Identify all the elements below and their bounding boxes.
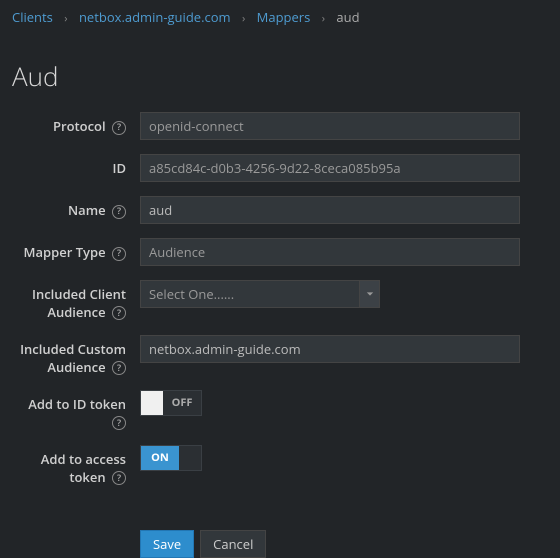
toggle-on-label: ON (141, 446, 179, 470)
breadcrumb-link-clients[interactable]: Clients (12, 8, 53, 26)
label-protocol: Protocol ? (12, 112, 140, 136)
included-client-audience-select[interactable]: Select One...... (140, 280, 380, 308)
chevron-right-icon: › (242, 11, 245, 26)
page-title: Aud (0, 34, 560, 112)
caret-down-icon[interactable] (360, 280, 380, 308)
help-icon[interactable]: ? (112, 471, 126, 485)
breadcrumb-current: aud (336, 8, 359, 26)
add-to-access-token-toggle[interactable]: ON (140, 445, 202, 471)
label-id: ID (12, 154, 140, 178)
select-display: Select One...... (140, 280, 360, 308)
cancel-button[interactable]: Cancel (200, 530, 266, 558)
toggle-off-label: OFF (163, 391, 201, 415)
breadcrumb-link-mappers[interactable]: Mappers (257, 8, 311, 26)
help-icon[interactable]: ? (112, 121, 126, 135)
breadcrumb-link-client[interactable]: netbox.admin-guide.com (79, 8, 231, 26)
label-included-custom-audience: Included Custom Audience ? (12, 335, 140, 376)
label-add-to-id-token: Add to ID token ? (12, 390, 140, 431)
label-included-client-audience: Included Client Audience ? (12, 280, 140, 321)
toggle-handle (141, 391, 163, 415)
help-icon[interactable]: ? (112, 205, 126, 219)
label-add-to-access-token: Add to access token ? (12, 445, 140, 486)
form: Protocol ? openid-connect ID a85cd84c-d0… (0, 112, 560, 558)
breadcrumb: Clients › netbox.admin-guide.com › Mappe… (0, 0, 560, 34)
help-icon[interactable]: ? (112, 361, 126, 375)
help-icon[interactable]: ? (112, 247, 126, 261)
label-mapper-type: Mapper Type ? (12, 238, 140, 262)
chevron-right-icon: › (322, 11, 325, 26)
label-name: Name ? (12, 196, 140, 220)
protocol-value: openid-connect (140, 112, 520, 140)
help-icon[interactable]: ? (112, 306, 126, 320)
name-input[interactable] (140, 196, 520, 224)
help-icon[interactable]: ? (112, 416, 126, 430)
included-custom-audience-input[interactable] (140, 335, 520, 363)
toggle-handle (179, 446, 201, 470)
mapper-type-value: Audience (140, 238, 520, 266)
save-button[interactable]: Save (140, 530, 194, 558)
add-to-id-token-toggle[interactable]: OFF (140, 390, 202, 416)
chevron-right-icon: › (64, 11, 67, 26)
id-value: a85cd84c-d0b3-4256-9d22-8ceca085b95a (140, 154, 520, 182)
